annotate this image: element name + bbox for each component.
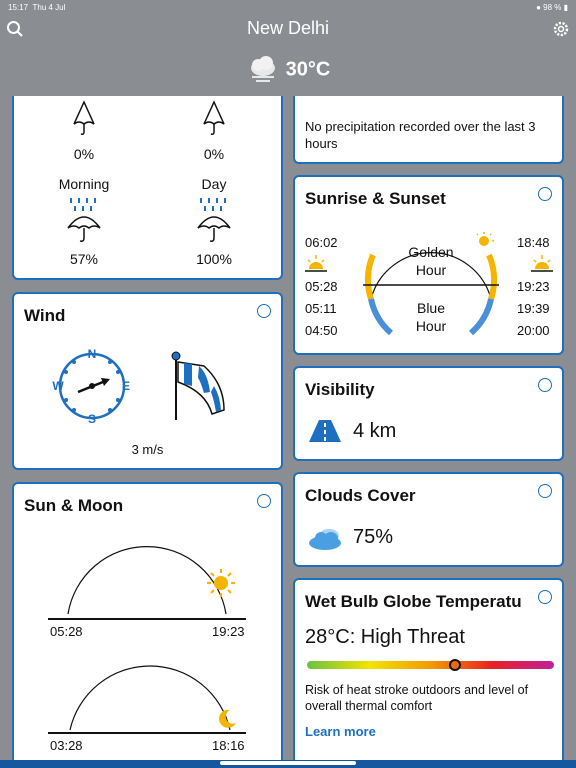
right-time-1: 18:48 — [517, 235, 550, 250]
left-time-3: 05:11 — [305, 301, 337, 316]
sunrise-sunset-title: Sunrise & Sunset — [305, 189, 446, 208]
sunset-time: 19:23 — [212, 624, 245, 639]
precip-day-value: 100% — [196, 251, 232, 267]
right-time-4: 20:00 — [517, 323, 550, 338]
right-time-2: 19:23 — [517, 279, 550, 294]
rain-umbrella-icon — [67, 198, 101, 242]
precip-morning-value: 57% — [69, 251, 99, 267]
clouds-value: 75% — [353, 526, 394, 548]
clouds-title: Clouds Cover — [305, 486, 416, 505]
cloud-icon — [309, 529, 341, 550]
compass-s: S — [88, 412, 96, 426]
compass-w: W — [52, 379, 64, 393]
sun-moon-title: Sun & Moon — [24, 496, 124, 515]
left-time-4: 04:50 — [305, 323, 338, 338]
precip-morning-label: Morning — [58, 176, 110, 192]
city-name: New Delhi — [246, 18, 330, 38]
share-icon[interactable] — [257, 494, 271, 508]
sun-icon — [207, 569, 235, 597]
precip-value-left: 0% — [73, 146, 95, 162]
umbrella-icon — [73, 100, 95, 135]
wind-title: Wind — [24, 306, 66, 325]
sun-moon-card[interactable]: Sun & Moon 05:28 19:23 03:28 18:16 — [12, 482, 283, 760]
wind-card[interactable]: Wind N E S W 3 m/s — [12, 292, 283, 470]
clouds-cover-card[interactable]: Clouds Cover 75% — [293, 472, 564, 567]
sun-cloud-icon — [476, 232, 494, 246]
status-time: 15:17 Thu 4 Jul — [8, 3, 66, 12]
visibility-card[interactable]: Visibility 4 km — [293, 366, 564, 461]
cloudy-icon — [250, 56, 275, 82]
compass-n: N — [88, 347, 97, 361]
golden-hour-label: Golden Hour — [408, 244, 454, 278]
status-right: ● 98 % ▮ — [536, 3, 568, 12]
precip-day-label: Day — [201, 176, 227, 192]
share-icon[interactable] — [257, 304, 271, 318]
learn-more-link[interactable]: Learn more — [305, 724, 376, 739]
wind-speed: 3 m/s — [131, 442, 164, 457]
wbgt-card[interactable]: Wet Bulb Globe Temperatu 28°C: High Thre… — [293, 578, 564, 760]
compass-e: E — [122, 379, 130, 393]
road-icon — [309, 420, 341, 442]
wbgt-value: 28°C: High Threat — [305, 626, 465, 648]
sunset-icon — [531, 255, 553, 272]
wbgt-indicator — [449, 659, 462, 671]
right-time-3: 19:39 — [517, 301, 550, 316]
moonrise-time: 03:28 — [50, 738, 83, 753]
wbgt-scale — [307, 659, 554, 671]
share-icon[interactable] — [538, 378, 552, 392]
share-icon[interactable] — [538, 590, 552, 604]
left-time-1: 06:02 — [305, 235, 338, 250]
share-icon[interactable] — [538, 187, 552, 201]
moonset-time: 18:16 — [212, 738, 245, 753]
visibility-value: 4 km — [353, 420, 397, 442]
precipitation-note: No precipitation recorded over the last … — [305, 119, 536, 151]
sunrise-time: 05:28 — [50, 624, 83, 639]
share-icon[interactable] — [538, 484, 552, 498]
visibility-title: Visibility — [305, 380, 375, 399]
precipitation-note-card[interactable]: No precipitation recorded over the last … — [293, 96, 564, 164]
rain-umbrella-icon — [197, 198, 231, 242]
umbrella-icon — [203, 100, 225, 135]
left-time-2: 05:28 — [305, 279, 338, 294]
moon-horizon — [48, 732, 246, 734]
battery-level: 98 % — [543, 3, 562, 12]
current-temp-value: 30°C — [285, 58, 331, 81]
sunrise-icon — [305, 255, 327, 272]
precipitation-card[interactable]: 0% 0% Morning Day 57% 100% — [12, 96, 283, 280]
wbgt-description: Risk of heat stroke outdoors and level o… — [305, 683, 529, 713]
moon-icon — [219, 709, 236, 728]
wbgt-title: Wet Bulb Globe Temperatu — [305, 592, 522, 611]
sunrise-sunset-card[interactable]: Sunrise & Sunset Golden Hour Blue Hour 06:… — [293, 175, 564, 355]
status-bar: 15:17 Thu 4 Jul ● 98 % ▮ — [0, 0, 576, 14]
current-temperature: 30°C — [0, 56, 576, 84]
windsock-icon — [171, 351, 225, 420]
top-bar: New Delhi — [0, 14, 576, 44]
home-indicator[interactable] — [220, 761, 356, 765]
blue-hour-label: Blue Hour — [415, 300, 447, 334]
sun-horizon — [48, 618, 246, 620]
precip-value-right: 0% — [203, 146, 225, 162]
gear-icon[interactable] — [552, 20, 570, 38]
compass-icon: N E S W — [52, 347, 130, 426]
